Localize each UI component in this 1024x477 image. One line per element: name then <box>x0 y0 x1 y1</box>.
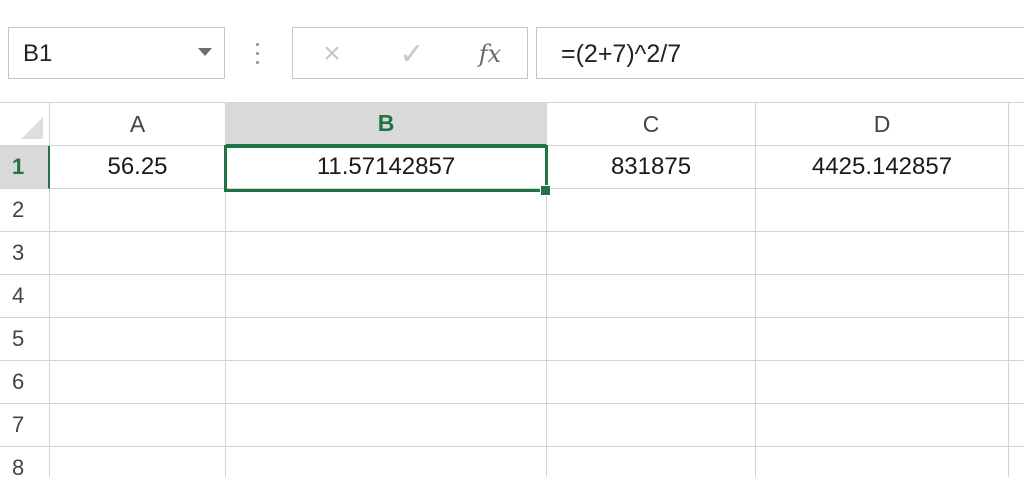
cell-c3[interactable] <box>547 232 756 275</box>
cell-e7[interactable] <box>1009 404 1024 447</box>
cell-d2[interactable] <box>756 189 1009 232</box>
column-header-e[interactable] <box>1009 103 1024 146</box>
select-all-triangle-icon[interactable] <box>21 117 43 139</box>
row-header-1[interactable]: 1 <box>0 146 50 189</box>
cell-e5[interactable] <box>1009 318 1024 361</box>
worksheet-grid: A B C D 1 2 3 4 5 6 7 8 56.25 11.5714285… <box>0 102 1024 477</box>
formula-input[interactable]: =(2+7)^2/7 <box>536 27 1024 79</box>
cell-a4[interactable] <box>50 275 226 318</box>
cell-e3[interactable] <box>1009 232 1024 275</box>
select-all-button[interactable] <box>0 103 50 146</box>
cell-c7[interactable] <box>547 404 756 447</box>
cell-b8[interactable] <box>226 447 547 477</box>
cell-b7[interactable] <box>226 404 547 447</box>
cell-a1[interactable]: 56.25 <box>50 146 226 189</box>
cell-c2[interactable] <box>547 189 756 232</box>
cell-e4[interactable] <box>1009 275 1024 318</box>
cell-e6[interactable] <box>1009 361 1024 404</box>
cell-d7[interactable] <box>756 404 1009 447</box>
cell-d4[interactable] <box>756 275 1009 318</box>
column-header-b[interactable]: B <box>226 103 547 146</box>
cell-a3[interactable] <box>50 232 226 275</box>
cell-b3[interactable] <box>226 232 547 275</box>
cell-d1[interactable]: 4425.142857 <box>756 146 1009 189</box>
cell-c6[interactable] <box>547 361 756 404</box>
row-header-3[interactable]: 3 <box>0 232 50 275</box>
cell-a7[interactable] <box>50 404 226 447</box>
column-header-a[interactable]: A <box>50 103 226 146</box>
formula-text[interactable]: =(2+7)^2/7 <box>561 40 681 69</box>
function-icon[interactable]: fx <box>465 34 515 74</box>
vertical-dots-icon[interactable] <box>256 43 260 67</box>
row-header-4[interactable]: 4 <box>0 275 50 318</box>
cell-c5[interactable] <box>547 318 756 361</box>
cell-e1[interactable] <box>1009 146 1024 189</box>
cell-c4[interactable] <box>547 275 756 318</box>
row-header-5[interactable]: 5 <box>0 318 50 361</box>
cell-c8[interactable] <box>547 447 756 477</box>
row-header-2[interactable]: 2 <box>0 189 50 232</box>
formula-bar-row: B1 × ✓ fx =(2+7)^2/7 <box>0 6 1024 102</box>
cell-d8[interactable] <box>756 447 1009 477</box>
chevron-down-icon[interactable] <box>198 48 212 56</box>
row-header-8[interactable]: 8 <box>0 447 50 477</box>
cell-b4[interactable] <box>226 275 547 318</box>
cell-d5[interactable] <box>756 318 1009 361</box>
cell-a8[interactable] <box>50 447 226 477</box>
cell-b5[interactable] <box>226 318 547 361</box>
spreadsheet-window: B1 × ✓ fx =(2+7)^2/7 A B C D 1 2 3 4 5 6 <box>0 0 1024 477</box>
cell-a2[interactable] <box>50 189 226 232</box>
name-box[interactable]: B1 <box>8 27 225 79</box>
cell-d3[interactable] <box>756 232 1009 275</box>
cell-b2[interactable] <box>226 189 547 232</box>
formula-buttons-group: × ✓ fx <box>292 27 528 79</box>
cell-e2[interactable] <box>1009 189 1024 232</box>
column-header-c[interactable]: C <box>547 103 756 146</box>
column-header-d[interactable]: D <box>756 103 1009 146</box>
name-box-value[interactable]: B1 <box>23 40 52 68</box>
fill-handle[interactable] <box>540 185 551 196</box>
cell-b6[interactable] <box>226 361 547 404</box>
cell-a6[interactable] <box>50 361 226 404</box>
cell-b1[interactable]: 11.57142857 <box>226 146 547 189</box>
cell-c1[interactable]: 831875 <box>547 146 756 189</box>
cell-d6[interactable] <box>756 361 1009 404</box>
row-header-6[interactable]: 6 <box>0 361 50 404</box>
close-icon[interactable]: × <box>307 34 357 74</box>
cell-a5[interactable] <box>50 318 226 361</box>
cell-e8[interactable] <box>1009 447 1024 477</box>
checkmark-icon[interactable]: ✓ <box>387 34 437 74</box>
row-header-7[interactable]: 7 <box>0 404 50 447</box>
